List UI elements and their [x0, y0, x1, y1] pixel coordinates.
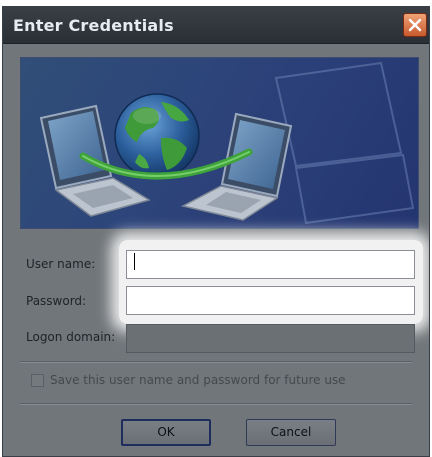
- password-input[interactable]: [126, 286, 415, 315]
- cancel-button[interactable]: Cancel: [246, 419, 336, 446]
- logon-domain-label: Logon domain:: [26, 330, 116, 344]
- banner-illustration: [20, 57, 419, 229]
- close-button[interactable]: [403, 13, 427, 37]
- title-bar[interactable]: Enter Credentials: [3, 7, 429, 44]
- separator-top: [20, 361, 412, 363]
- separator-bottom: [20, 403, 412, 405]
- dialog-title: Enter Credentials: [13, 16, 174, 35]
- username-label: User name:: [26, 257, 96, 271]
- credentials-dialog: Enter Credentials User name: Password: L…: [2, 6, 430, 457]
- username-input[interactable]: [126, 250, 415, 279]
- ok-button[interactable]: OK: [121, 419, 211, 446]
- save-credentials-label: Save this user name and password for fut…: [50, 373, 346, 387]
- text-caret: [134, 253, 135, 270]
- logon-domain-input: [126, 324, 415, 353]
- save-credentials-checkbox: [31, 374, 44, 387]
- globe-icon: [114, 93, 200, 179]
- password-label: Password:: [26, 294, 87, 308]
